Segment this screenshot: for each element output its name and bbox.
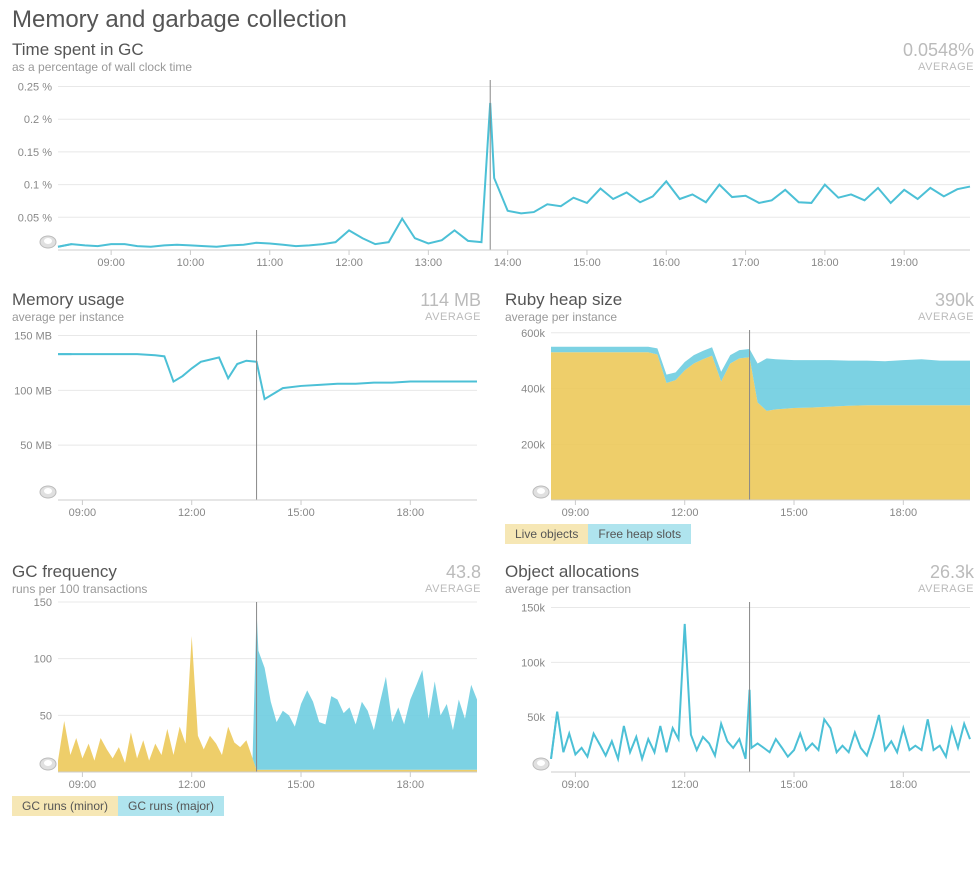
svg-text:09:00: 09:00 — [69, 779, 97, 791]
panel-heap: Ruby heap size average per instance 390k… — [505, 290, 974, 544]
page-title: Memory and garbage collection — [12, 6, 974, 34]
panel-subtitle: as a percentage of wall clock time — [12, 60, 192, 74]
svg-text:15:00: 15:00 — [780, 779, 808, 791]
svg-text:50 MB: 50 MB — [20, 440, 52, 452]
panel-title: Memory usage — [12, 290, 124, 310]
panel-memory: Memory usage average per instance 114 MB… — [12, 290, 481, 544]
svg-text:0.05 %: 0.05 % — [18, 212, 52, 224]
svg-text:600k: 600k — [521, 328, 545, 340]
panel-value: 390k — [918, 290, 974, 311]
svg-text:0.2 %: 0.2 % — [24, 114, 52, 126]
legend-item-free-heap[interactable]: Free heap slots — [588, 524, 691, 544]
svg-text:200k: 200k — [521, 439, 545, 451]
panel-subtitle: average per instance — [12, 310, 124, 324]
panel-value: 26.3k — [918, 562, 974, 583]
svg-text:15:00: 15:00 — [287, 779, 315, 791]
svg-text:15:00: 15:00 — [573, 257, 601, 269]
panel-value: 0.0548% — [903, 40, 974, 61]
svg-text:50: 50 — [40, 710, 52, 722]
legend-item-major[interactable]: GC runs (major) — [118, 796, 224, 816]
panel-value: 114 MB — [420, 290, 481, 311]
svg-text:12:00: 12:00 — [178, 779, 206, 791]
svg-text:18:00: 18:00 — [397, 507, 425, 519]
svg-text:09:00: 09:00 — [562, 507, 590, 519]
panel-subtitle: average per transaction — [505, 582, 639, 596]
svg-text:14:00: 14:00 — [494, 257, 522, 269]
panel-subtitle: average per instance — [505, 310, 622, 324]
panel-title: Object allocations — [505, 562, 639, 582]
svg-text:12:00: 12:00 — [335, 257, 363, 269]
average-label: AVERAGE — [420, 311, 481, 323]
svg-text:16:00: 16:00 — [652, 257, 680, 269]
legend-item-live-objects[interactable]: Live objects — [505, 524, 588, 544]
legend-item-minor[interactable]: GC runs (minor) — [12, 796, 118, 816]
average-label: AVERAGE — [918, 311, 974, 323]
svg-text:15:00: 15:00 — [287, 507, 315, 519]
svg-text:150k: 150k — [521, 602, 545, 614]
panel-value: 43.8 — [425, 562, 481, 583]
svg-text:400k: 400k — [521, 384, 545, 396]
chart-obj-alloc[interactable]: 50k 100k 150k 09:00 12:00 15:00 18:00 — [505, 596, 974, 794]
svg-text:11:00: 11:00 — [256, 257, 283, 269]
svg-text:12:00: 12:00 — [671, 507, 699, 519]
chart-gc-time[interactable]: 0.05 % 0.1 % 0.15 % 0.2 % 0.25 % 09:00 10:00 11… — [12, 74, 974, 272]
svg-text:18:00: 18:00 — [397, 779, 425, 791]
legend: Live objects Free heap slots — [505, 524, 974, 544]
svg-text:19:00: 19:00 — [890, 257, 918, 269]
svg-text:0.15 %: 0.15 % — [18, 147, 52, 159]
svg-text:18:00: 18:00 — [890, 507, 918, 519]
panel-title: GC frequency — [12, 562, 147, 582]
panel-obj-alloc: Object allocations average per transacti… — [505, 562, 974, 816]
svg-text:13:00: 13:00 — [415, 257, 443, 269]
average-label: AVERAGE — [918, 583, 974, 595]
svg-text:150 MB: 150 MB — [14, 330, 52, 342]
svg-text:09:00: 09:00 — [97, 257, 125, 269]
svg-text:100k: 100k — [521, 657, 545, 669]
panel-gc-time: Time spent in GC as a percentage of wall… — [12, 40, 974, 272]
panel-title: Ruby heap size — [505, 290, 622, 310]
svg-text:09:00: 09:00 — [69, 507, 97, 519]
average-label: AVERAGE — [425, 583, 481, 595]
svg-text:0.1 %: 0.1 % — [24, 180, 52, 192]
svg-text:18:00: 18:00 — [890, 779, 918, 791]
svg-text:100: 100 — [34, 654, 52, 666]
legend: GC runs (minor) GC runs (major) — [12, 796, 481, 816]
chart-memory[interactable]: 50 MB 100 MB 150 MB 09:00 12:00 15:00 18:00 — [12, 324, 481, 522]
svg-text:12:00: 12:00 — [178, 507, 206, 519]
panel-title: Time spent in GC — [12, 40, 192, 60]
svg-text:12:00: 12:00 — [671, 779, 699, 791]
svg-text:18:00: 18:00 — [811, 257, 839, 269]
svg-text:150: 150 — [34, 597, 52, 609]
svg-text:50k: 50k — [527, 712, 545, 724]
panel-subtitle: runs per 100 transactions — [12, 582, 147, 596]
svg-text:10:00: 10:00 — [177, 257, 205, 269]
svg-text:0.25 %: 0.25 % — [18, 82, 52, 94]
chart-heap[interactable]: 200k 400k 600k 09:00 12:00 15:00 18:00 — [505, 324, 974, 522]
svg-text:17:00: 17:00 — [732, 257, 760, 269]
average-label: AVERAGE — [903, 61, 974, 73]
svg-text:09:00: 09:00 — [562, 779, 590, 791]
svg-text:100 MB: 100 MB — [14, 385, 52, 397]
panel-gc-freq: GC frequency runs per 100 transactions 4… — [12, 562, 481, 816]
svg-text:15:00: 15:00 — [780, 507, 808, 519]
chart-gc-freq[interactable]: 50 100 150 09:00 12:00 15:00 18:00 — [12, 596, 481, 794]
